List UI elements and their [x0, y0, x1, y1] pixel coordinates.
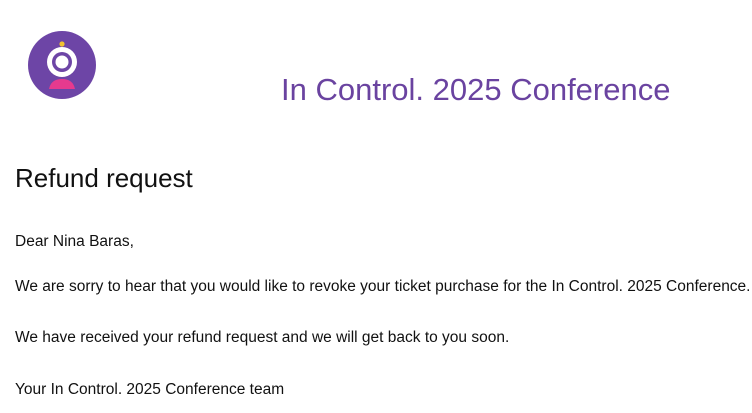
apology-text: We are sorry to hear that you would like…	[15, 278, 751, 295]
page-title: Refund request	[15, 163, 193, 193]
signature-text: Your In Control. 2025 Conference team	[15, 381, 285, 398]
conference-logo-icon	[28, 31, 96, 99]
confirmation-text: We have received your refund request and…	[15, 329, 510, 346]
conference-title: In Control. 2025 Conference	[281, 72, 671, 107]
greeting-text: Dear Nina Baras,	[15, 233, 134, 250]
